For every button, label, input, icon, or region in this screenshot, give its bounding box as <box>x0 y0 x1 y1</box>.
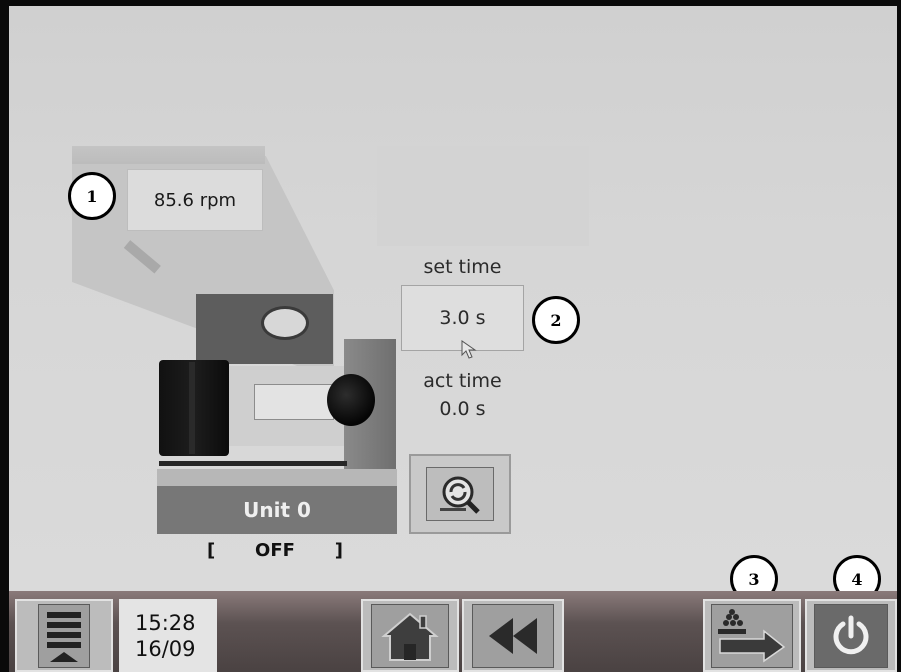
taskbar: 15:28 16/09 <box>9 591 897 672</box>
menu-list-icon <box>47 611 81 662</box>
motor-ribs <box>189 362 195 454</box>
callout-4: 4 <box>833 555 881 596</box>
clock-time: 15:28 <box>135 610 196 635</box>
callout-3: 3 <box>730 555 778 596</box>
state-text: OFF <box>255 539 295 561</box>
state-bracket-open: [ <box>207 539 216 561</box>
set-time-value: 3.0 s <box>439 307 486 329</box>
back-button[interactable] <box>462 599 564 672</box>
background-panel <box>377 146 589 246</box>
state-bracket-close: ] <box>334 539 343 561</box>
menu-button[interactable] <box>15 599 113 672</box>
act-time-value: 0.0 s <box>439 398 486 420</box>
transfer-arrow-icon <box>718 608 786 662</box>
home-button[interactable] <box>361 599 459 672</box>
rewind-icon <box>489 617 537 654</box>
reset-button[interactable] <box>409 454 511 534</box>
transfer-button[interactable] <box>703 599 801 672</box>
power-button[interactable] <box>805 599 897 672</box>
base-rail <box>159 461 347 466</box>
callout-2: 2 <box>532 296 580 344</box>
clock-date: 16/09 <box>135 636 196 661</box>
callout-1: 1 <box>68 172 116 220</box>
unit-name: Unit 0 <box>243 498 311 522</box>
reset-magnifier-icon <box>440 476 480 514</box>
speed-display[interactable]: 85.6 rpm <box>127 169 263 231</box>
machine-screen: 85.6 rpm Unit 0 [ OFF ] set time 3.0 s a… <box>9 6 897 596</box>
hopper-lid <box>72 146 265 164</box>
mouse-cursor-icon <box>461 340 477 359</box>
base-plate <box>157 469 397 487</box>
hopper-hole <box>261 306 309 340</box>
clock-display: 15:28 16/09 <box>119 599 217 672</box>
speed-value: 85.6 rpm <box>153 189 237 211</box>
shaft <box>254 384 334 420</box>
power-icon <box>833 615 869 654</box>
unit-state: [ OFF ] <box>207 537 343 563</box>
home-icon <box>381 612 439 661</box>
set-time-label: set time <box>423 256 502 278</box>
act-time-label: act time <box>423 370 502 392</box>
knob <box>327 374 375 426</box>
unit-label-bar[interactable]: Unit 0 <box>157 486 397 534</box>
